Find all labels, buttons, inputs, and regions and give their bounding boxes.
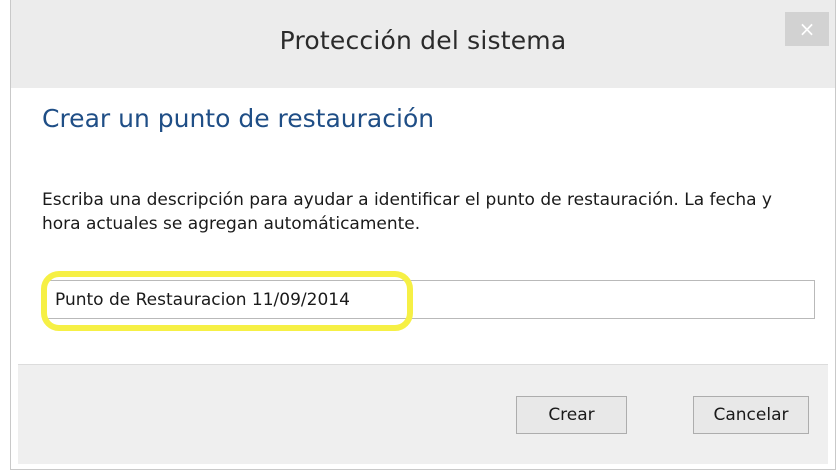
dialog-heading: Crear un punto de restauración — [42, 104, 435, 133]
create-button[interactable]: Crear — [516, 396, 627, 434]
dialog-content: Crear un punto de restauración Escriba u… — [18, 88, 828, 364]
description-text: Escriba una descripción para ayudar a id… — [42, 190, 772, 234]
system-protection-dialog: Protección del sistema × Crear un punto … — [10, 0, 836, 470]
close-button[interactable]: × — [785, 12, 829, 46]
close-icon: × — [798, 17, 816, 41]
restore-point-description-input[interactable] — [45, 280, 815, 319]
title-bar[interactable]: Protección del sistema × — [11, 0, 835, 88]
dialog-footer: Crear Cancelar — [18, 364, 828, 464]
cancel-button[interactable]: Cancelar — [693, 396, 809, 434]
window-title: Protección del sistema — [279, 26, 567, 55]
